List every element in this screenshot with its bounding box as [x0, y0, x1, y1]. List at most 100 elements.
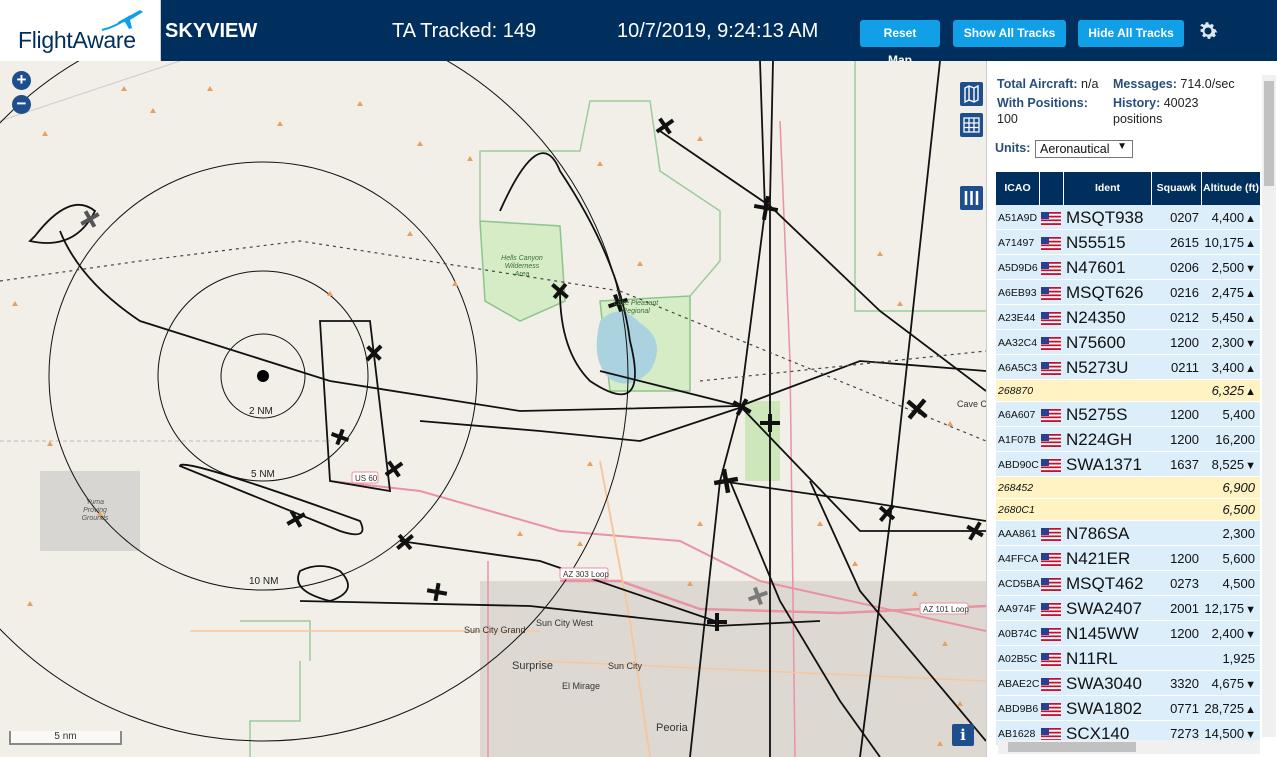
header-bar: FlightAware SKYVIEW TA Tracked: 149 10/7… — [0, 0, 1277, 67]
squawk-cell: 0216 — [1170, 285, 1199, 300]
scale-bar: 5 nm — [9, 731, 122, 745]
table-row[interactable]: A71497 N55515 2615 10,175▲ — [996, 230, 1260, 255]
altitude-cell: 6,900 — [1202, 480, 1256, 495]
ident-cell: N786SA — [1066, 524, 1130, 543]
table-row[interactable]: A0B74C N145WW 1200 2,400▼ — [996, 621, 1260, 646]
col-ident[interactable]: Ident — [1064, 172, 1152, 205]
us-flag-icon — [1041, 337, 1061, 350]
ident-cell: N75600 — [1066, 333, 1126, 352]
icao-cell: ABD9B6 — [998, 703, 1039, 715]
label-surprise: Surprise — [512, 660, 553, 672]
horizontal-scroll-thumb[interactable] — [1008, 742, 1136, 752]
altitude-value: 2,300 — [1211, 335, 1245, 350]
icao-cell: A1F07B — [998, 434, 1036, 446]
map-canvas[interactable]: 2 NM 5 NM 10 NM Hells Canyon Wilderness … — [0, 61, 986, 757]
icao-cell: ABAE2C — [998, 678, 1040, 690]
altitude-value: 5,600 — [1222, 551, 1255, 566]
hide-all-tracks-button[interactable]: Hide All Tracks — [1078, 20, 1184, 47]
altitude-cell: 4,400▲ — [1202, 210, 1256, 225]
table-row[interactable]: AAA861 N786SA 2,300 — [996, 521, 1260, 546]
us-flag-icon — [1041, 434, 1061, 447]
us-flag-icon — [1041, 703, 1061, 716]
table-row[interactable]: ACD5BA MSQT462 0273 4,500 — [996, 571, 1260, 596]
gear-icon[interactable] — [1196, 19, 1220, 43]
table-row[interactable]: A4FFCA N421ER 1200 5,600 — [996, 546, 1260, 571]
units-select[interactable]: Aeronautical ▼ — [1035, 140, 1133, 158]
info-button[interactable]: i — [952, 724, 974, 746]
table-row[interactable]: A23E44 N24350 0212 5,450▲ — [996, 305, 1260, 330]
altitude-value: 2,475 — [1211, 285, 1245, 300]
table-row[interactable]: 268452 6,900 — [996, 477, 1260, 499]
icao-cell: ACD5BA — [998, 578, 1041, 590]
skyview-app: FlightAware SKYVIEW TA Tracked: 149 10/7… — [0, 0, 1277, 757]
icao-cell: AAA861 — [998, 528, 1037, 540]
panel-vertical-scrollbar[interactable] — [1262, 75, 1276, 737]
clock-time: 10/7/2019, 9:24:13 AM — [617, 20, 819, 42]
altitude-value: 4,400 — [1211, 210, 1245, 225]
table-row[interactable]: A02B5C N11RL 1,925 — [996, 646, 1260, 671]
units-value: Aeronautical — [1040, 142, 1110, 156]
table-row[interactable]: 268870 6,325▲ — [996, 380, 1260, 402]
total-aircraft-stat: Total Aircraft: n/a — [997, 77, 1098, 91]
icao-cell: A6A5C3 — [998, 362, 1038, 374]
table-row[interactable]: A6EB93 MSQT626 0216 2,475▲ — [996, 280, 1260, 305]
zoom-out-button[interactable]: − — [12, 95, 31, 114]
ident-cell: MSQT626 — [1066, 283, 1144, 302]
ident-cell: SWA2407 — [1066, 599, 1142, 618]
map-layer-button[interactable] — [960, 82, 983, 106]
icao-cell: 268452 — [998, 482, 1034, 494]
table-row[interactable]: AA32C4 N75600 1200 2,300▼ — [996, 330, 1260, 355]
icao-cell: ABD90C — [998, 459, 1039, 471]
map-view[interactable]: 2 NM 5 NM 10 NM Hells Canyon Wilderness … — [0, 61, 986, 757]
table-row[interactable]: A1F07B N224GH 1200 16,200 — [996, 427, 1260, 452]
columns-toggle-button[interactable] — [960, 186, 983, 210]
altitude-value: 5,400 — [1222, 407, 1255, 422]
altitude-value: 1,925 — [1222, 651, 1255, 666]
us-flag-icon — [1041, 237, 1061, 250]
label-us60: US 60 — [355, 474, 378, 483]
flightaware-logo[interactable]: FlightAware — [0, 0, 161, 61]
table-row[interactable]: ABAE2C SWA3040 3320 4,675▼ — [996, 671, 1260, 696]
table-row[interactable]: A6A5C3 N5273U 0211 3,400▲ — [996, 355, 1260, 380]
grid-toggle-button[interactable] — [960, 113, 983, 137]
label-el-mirage: El Mirage — [562, 681, 600, 691]
us-flag-icon — [1041, 212, 1061, 225]
col-flag[interactable] — [1040, 172, 1064, 205]
altitude-cell: 2,475▲ — [1202, 285, 1256, 300]
history-stat: History: 40023 — [1113, 96, 1198, 110]
label-yuma-1: Yuma — [86, 499, 104, 506]
altitude-cell: 6,500 — [1202, 502, 1256, 517]
col-icao[interactable]: ICAO — [996, 172, 1040, 205]
history-unit: positions — [1113, 112, 1163, 126]
table-row[interactable]: ABD90C SWA1371 1637 8,525▼ — [996, 452, 1260, 477]
table-row[interactable]: A5D9D6 N47601 0206 2,500▼ — [996, 255, 1260, 280]
icao-cell: A4FFCA — [998, 553, 1039, 565]
table-row[interactable]: A6A607 N5275S 1200 5,400 — [996, 402, 1260, 427]
altitude-trend-icon: ▲ — [1245, 238, 1256, 250]
altitude-value: 28,725 — [1204, 701, 1245, 716]
label-lake-pleasant-2: Regional — [622, 308, 650, 315]
vertical-scroll-thumb[interactable] — [1264, 81, 1274, 186]
ring-label-5nm: 5 NM — [251, 469, 275, 480]
show-all-tracks-button[interactable]: Show All Tracks — [953, 20, 1066, 47]
icao-cell: AA974F — [998, 603, 1036, 615]
altitude-trend-icon: ▲ — [1245, 313, 1256, 325]
zoom-in-button[interactable]: + — [12, 71, 31, 90]
ident-cell: N5275S — [1066, 405, 1128, 424]
positions-value: 100 — [997, 112, 1018, 126]
table-row[interactable]: A51A9D MSQT938 0207 4,400▲ — [996, 205, 1260, 230]
panel-horizontal-scrollbar[interactable] — [998, 740, 1260, 754]
col-altitude[interactable]: Altitude (ft) — [1202, 172, 1260, 205]
table-row[interactable]: AA974F SWA2407 2001 12,175▼ — [996, 596, 1260, 621]
squawk-cell: 1200 — [1170, 626, 1199, 641]
table-row[interactable]: 2680C1 6,500 — [996, 499, 1260, 521]
ring-label-2nm: 2 NM — [249, 406, 273, 417]
us-flag-icon — [1041, 603, 1061, 616]
us-flag-icon — [1041, 578, 1061, 591]
col-squawk[interactable]: Squawk — [1152, 172, 1202, 205]
reset-map-button[interactable]: Reset Map — [860, 20, 940, 67]
table-row[interactable]: ABD9B6 SWA1802 0771 28,725▲ — [996, 696, 1260, 721]
ident-cell: N145WW — [1066, 624, 1139, 643]
altitude-cell: 5,600 — [1202, 551, 1256, 566]
icao-cell: A6EB93 — [998, 287, 1037, 299]
